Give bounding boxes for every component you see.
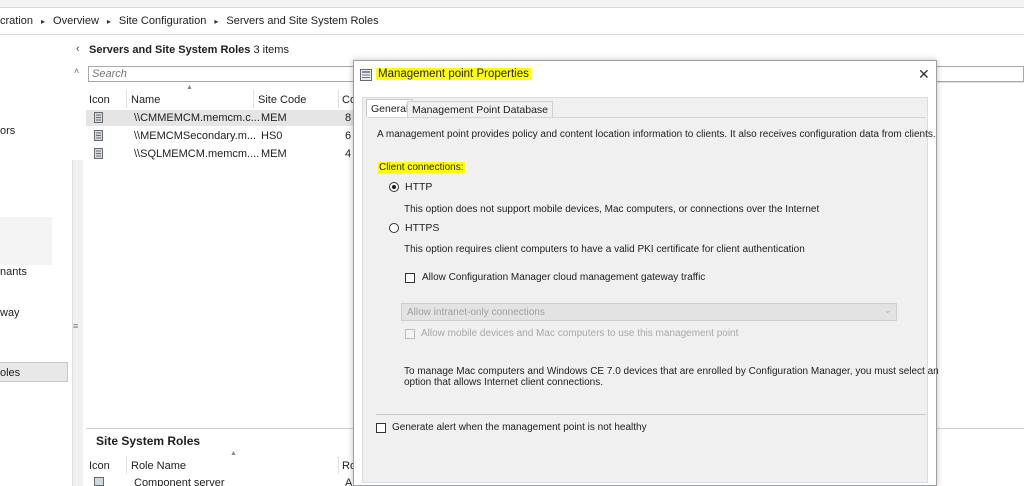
breadcrumb-item-site-configuration[interactable]: Site Configuration (119, 15, 206, 27)
mac-note-line-1: To manage Mac computers and Windows CE 7… (404, 366, 939, 377)
connections-dropdown[interactable]: Allow intranet-only connections ⌄ (401, 303, 897, 321)
breadcrumb-separator-icon: ▸ (106, 16, 111, 26)
server-icon (94, 148, 103, 159)
health-alert-checkbox[interactable] (376, 423, 386, 433)
column-divider[interactable] (253, 90, 254, 108)
row-component: 4 (345, 148, 352, 160)
row-site-code: MEM (261, 148, 287, 160)
mobile-devices-label: Allow mobile devices and Mac computers t… (421, 328, 739, 339)
nav-item-gateway[interactable]: way (0, 307, 20, 319)
http-label[interactable]: HTTP (405, 181, 432, 193)
health-alert-label[interactable]: Generate alert when the management point… (392, 422, 647, 433)
close-icon[interactable]: ✕ (918, 66, 930, 83)
chevron-down-icon: ⌄ (884, 305, 892, 315)
row-site-code: HS0 (261, 130, 283, 142)
column-divider[interactable] (338, 456, 339, 474)
collapse-pane-icon[interactable]: ‹ (76, 43, 80, 55)
nav-hover-highlight (0, 217, 52, 265)
https-label[interactable]: HTTPS (405, 222, 439, 234)
role-ro: A (345, 477, 353, 486)
table-row[interactable]: \\SQLMEMCM.memcm.... MEM 4 (86, 146, 356, 162)
cmg-traffic-checkbox[interactable] (405, 273, 415, 283)
https-radio[interactable] (389, 223, 399, 233)
breadcrumb: cration ▸ Overview ▸ Site Configuration … (0, 8, 1024, 35)
column-header-icon[interactable]: Icon (89, 94, 110, 106)
search-input[interactable] (89, 67, 352, 81)
breadcrumb-item-administration[interactable]: cration (0, 15, 33, 27)
breadcrumb-separator-icon: ▸ (214, 16, 219, 26)
nav-item-servers-roles[interactable]: oles (0, 367, 20, 379)
details-pane-title: Site System Roles (96, 434, 201, 448)
section-divider (376, 414, 926, 415)
role-column-header-icon[interactable]: Icon (89, 460, 110, 472)
nav-item-connectors[interactable]: ors (0, 125, 15, 137)
dialog-title: Management point Properties (376, 68, 531, 80)
row-name: \\CMMEMCM.memcm.c... (134, 112, 260, 124)
row-component: 8 (345, 112, 352, 124)
pane-title-text: Servers and Site System Roles (89, 44, 251, 56)
management-point-properties-dialog: Management point Properties ✕ General Ma… (353, 60, 939, 486)
table-row[interactable]: \\MEMCMSecondary.m... HS0 6 (86, 128, 356, 144)
scroll-up-icon[interactable]: ˄ (74, 66, 79, 76)
splitter-grip-icon[interactable]: ≡ (73, 321, 78, 331)
row-site-code: MEM (261, 112, 287, 124)
table-row[interactable]: \\CMMEMCM.memcm.c... MEM 8 (86, 110, 356, 126)
sort-ascending-icon: ▲ (186, 84, 193, 91)
breadcrumb-separator-icon: ▸ (41, 16, 46, 26)
pane-title: Servers and Site System Roles 3 items (89, 44, 289, 56)
column-header-site-code[interactable]: Site Code (258, 94, 306, 106)
role-name: Component server (134, 477, 225, 486)
connections-dropdown-value: Allow intranet-only connections (407, 307, 545, 318)
tab-management-point-database[interactable]: Management Point Database (407, 101, 554, 117)
general-tab-panel: A management point provides policy and c… (368, 117, 939, 480)
breadcrumb-item-servers-roles[interactable]: Servers and Site System Roles (226, 15, 378, 27)
server-icon (94, 130, 103, 141)
row-name: \\SQLMEMCM.memcm.... (134, 148, 260, 160)
cmg-traffic-label[interactable]: Allow Configuration Manager cloud manage… (422, 272, 705, 283)
breadcrumb-item-overview[interactable]: Overview (53, 15, 99, 27)
row-component: 6 (345, 130, 352, 142)
pane-item-count: 3 items (253, 44, 289, 56)
mac-note-line-2: option that allows Internet client conne… (404, 377, 604, 388)
column-divider[interactable] (338, 90, 339, 108)
server-icon (94, 112, 103, 123)
http-note: This option does not support mobile devi… (404, 204, 820, 215)
column-header-name[interactable]: Name (131, 94, 160, 106)
column-divider[interactable] (126, 90, 127, 108)
nav-item-client-management-point-components[interactable]: nants (0, 266, 27, 278)
https-note: This option requires client computers to… (404, 244, 805, 255)
row-name: \\MEMCMSecondary.m... (134, 130, 257, 142)
management-point-description: A management point provides policy and c… (377, 129, 936, 140)
client-connections-label: Client connections: (378, 162, 465, 173)
column-divider[interactable] (126, 456, 127, 474)
component-server-icon (94, 477, 104, 486)
role-column-header-role-name[interactable]: Role Name (131, 460, 186, 472)
header-divider (936, 82, 1024, 83)
window-top-strip (0, 0, 1024, 8)
sort-ascending-icon: ▲ (230, 450, 237, 457)
mobile-devices-checkbox[interactable] (405, 329, 415, 339)
table-row[interactable]: Component server A (86, 476, 356, 486)
properties-window-icon (360, 69, 372, 81)
http-radio[interactable] (389, 182, 399, 192)
